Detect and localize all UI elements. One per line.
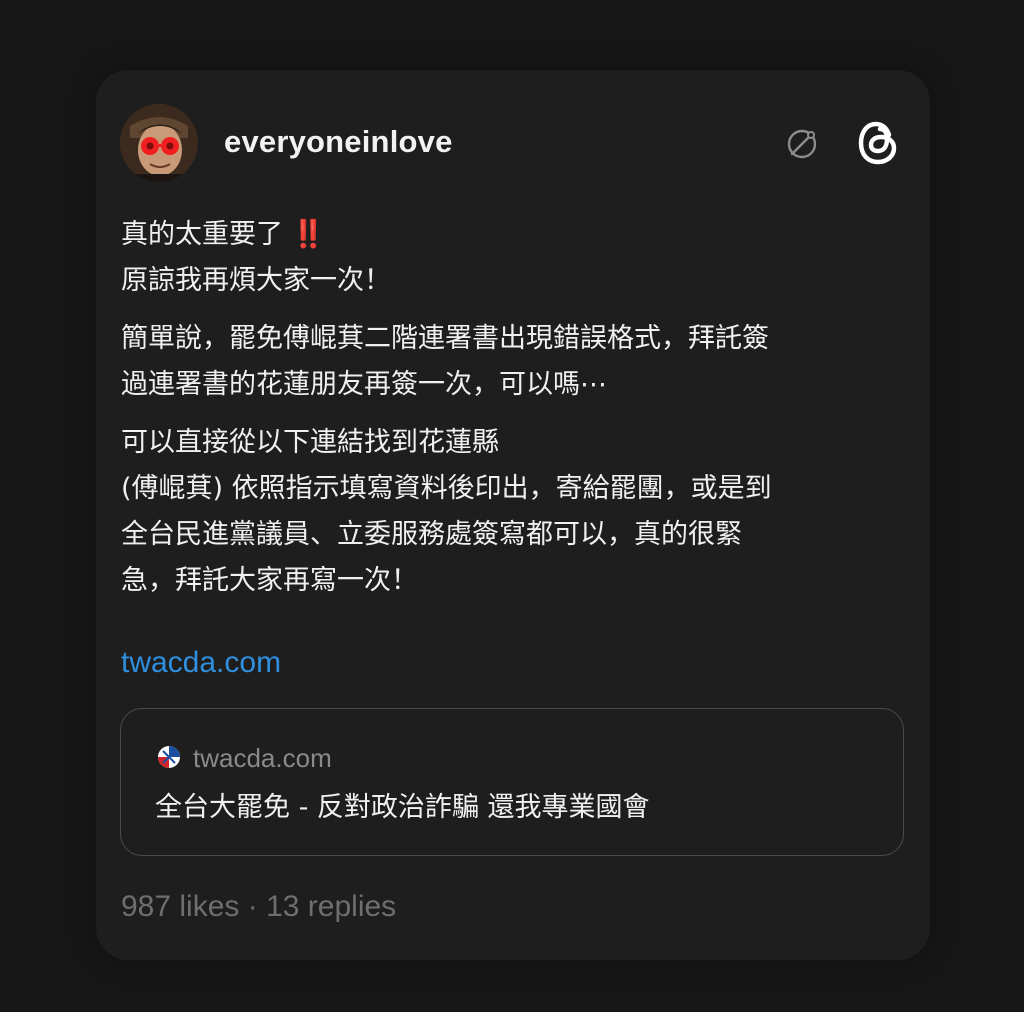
link-preview-card[interactable]: twacda.com 全台大罷免 - 反對政治詐騙 還我專業國會 [120,708,904,856]
post-paragraph: 簡單說，罷免傅崐萁二階連署書出現錯誤格式，拜託簽 過連署書的花蓮朋友再簽一次，可… [121,316,901,408]
post-card[interactable]: everyoneinlove 真的太重要了 ‼️ 原諒我再煩大家一次！ 簡單說，… [96,70,930,960]
post-paragraph: 可以直接從以下連結找到花蓮縣 (傅崐萁) 依照指示填寫資料後印出，寄給罷團，或是… [121,420,901,604]
avatar[interactable] [120,104,198,182]
site-favicon-icon [158,746,180,768]
post-line: 過連署書的花蓮朋友再簽一次，可以嗎⋯ [121,369,607,400]
replies-count[interactable]: 13 replies [266,890,396,923]
post-line: 真的太重要了 [121,219,283,250]
post-line: 急，拜託大家再寫一次！ [121,565,418,596]
link-preview-title: 全台大罷免 - 反對政治詐騙 還我專業國會 [155,792,650,823]
threads-logo-icon[interactable] [856,118,902,168]
post-line: (傅崐萁) 依照指示填寫資料後印出，寄給罷團，或是到 [121,473,772,504]
post-stats: 987 likes · 13 replies [121,890,396,924]
username[interactable]: everyoneinlove [224,124,453,160]
likes-count[interactable]: 987 likes [121,890,239,923]
post-line: 簡單說，罷免傅崐萁二階連署書出現錯誤格式，拜託簽 [121,323,769,354]
post-line: 全台民進黨議員、立委服務處簽寫都可以，真的很緊 [121,519,742,550]
post-paragraph: 真的太重要了 ‼️ 原諒我再煩大家一次！ [121,212,901,304]
link-preview-domain: twacda.com [193,743,332,773]
post-body: 真的太重要了 ‼️ 原諒我再煩大家一次！ 簡單說，罷免傅崐萁二階連署書出現錯誤格… [121,212,901,604]
post-line: 原諒我再煩大家一次！ [121,265,391,296]
double-exclamation-icon: ‼️ [291,219,326,250]
post-link[interactable]: twacda.com [121,646,281,680]
post-header: everyoneinlove [120,104,902,182]
stats-separator: · [247,890,258,923]
avatar-image [120,104,198,182]
hidden-eye-icon[interactable] [784,126,820,162]
post-line: 可以直接從以下連結找到花蓮縣 [121,427,499,458]
